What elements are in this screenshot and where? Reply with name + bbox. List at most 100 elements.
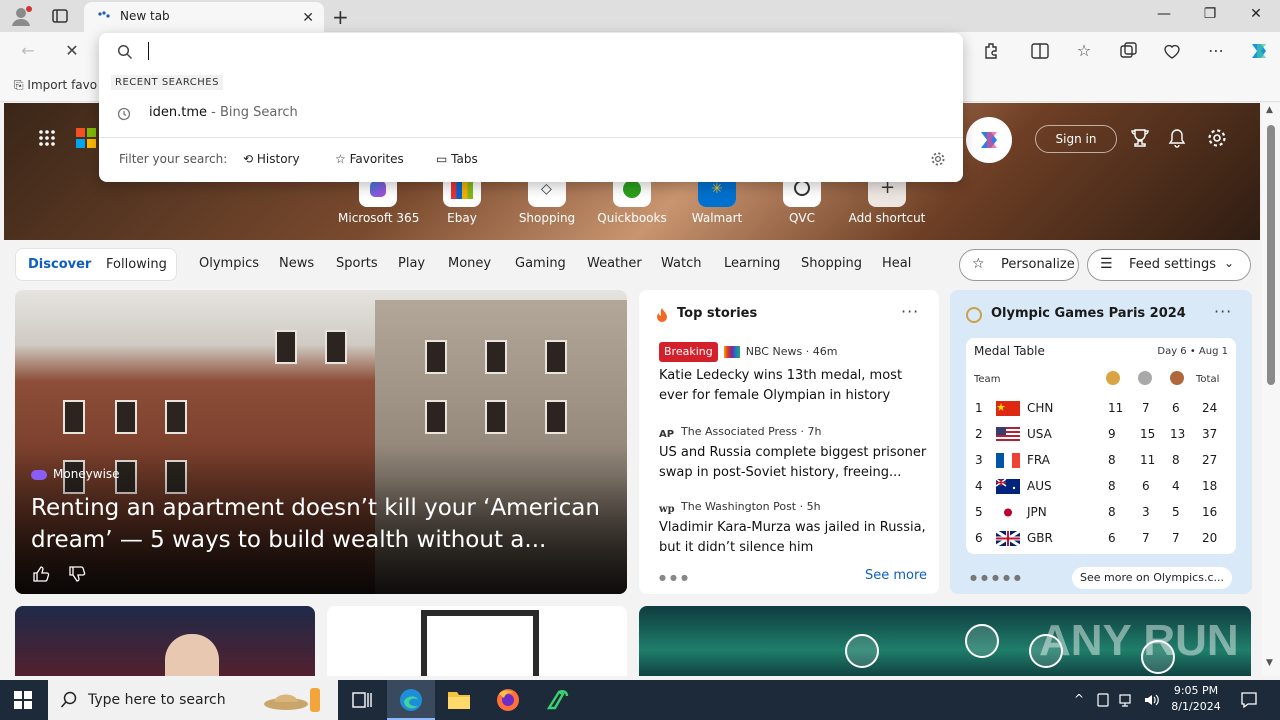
split-screen-icon[interactable] (1030, 41, 1050, 61)
shortcut-microsoft-365[interactable]: Microsoft 365 (338, 179, 419, 225)
feed-link-sports[interactable]: Sports (336, 256, 378, 271)
tab-discover[interactable]: Discover (28, 257, 91, 272)
story-headline[interactable]: Vladimir Kara-Murza was jailed in Russia… (659, 518, 929, 558)
thumbs-down-icon[interactable] (68, 565, 86, 583)
app-launcher-icon[interactable] (38, 129, 56, 147)
network-icon[interactable] (1119, 692, 1135, 708)
extensions-icon[interactable] (982, 41, 1002, 61)
file-explorer-icon[interactable] (435, 680, 483, 720)
tab-new-tab[interactable]: New tab ✕ (84, 2, 324, 32)
table-row[interactable]: 6 GBR 6 7 7 20 (966, 525, 1236, 551)
uk-flag-icon (996, 531, 1020, 546)
feed-link-learning[interactable]: Learning (724, 256, 780, 271)
story-headline[interactable]: Katie Ledecky wins 13th medal, most ever… (659, 366, 929, 406)
table-row[interactable]: 5 JPN 8 3 5 16 (966, 499, 1236, 525)
scroll-up-icon[interactable]: ▲ (1266, 105, 1273, 115)
search-settings-gear-icon[interactable] (930, 151, 946, 167)
thumbs-up-icon[interactable] (32, 565, 50, 583)
show-hidden-icons[interactable]: ^ (1071, 692, 1087, 708)
feed-link-health[interactable]: Heal (882, 256, 911, 271)
windows-start-icon[interactable] (14, 691, 32, 709)
feed-link-money[interactable]: Money (448, 256, 491, 271)
tab-actions-icon[interactable] (52, 8, 68, 24)
notification-center-icon[interactable] (1240, 691, 1258, 709)
story-item[interactable]: wp The Washington Post · 5h Vladimir Kara… (659, 498, 929, 558)
table-row[interactable]: 2 USA 9 15 13 37 (966, 421, 1236, 447)
import-favorites-link[interactable]: ⎘ Import favo (14, 78, 97, 93)
filter-tabs[interactable]: ▭ Tabs (436, 152, 478, 166)
news-card[interactable] (15, 606, 315, 676)
page-scrollbar[interactable]: ▲ ▼ (1262, 103, 1280, 676)
back-arrow-icon[interactable]: ← (18, 41, 38, 61)
news-card[interactable]: ANY RUN (639, 606, 1251, 676)
stop-loading-icon[interactable]: ✕ (62, 41, 82, 61)
favorites-star-icon[interactable]: ☆ (1074, 41, 1094, 61)
recent-searches-label: RECENT SEARCHES (111, 75, 223, 90)
close-window-button[interactable]: ✕ (1246, 6, 1266, 22)
story-item[interactable]: AP The Associated Press · 7h US and Russi… (659, 423, 929, 483)
hero-article-card[interactable]: Moneywise Renting an apartment doesn’t k… (15, 290, 627, 594)
table-row[interactable]: 4 AUS 8 6 4 18 (966, 473, 1236, 499)
news-card[interactable] (327, 606, 627, 676)
firefox-icon[interactable] (484, 680, 532, 720)
article-headline[interactable]: Renting an apartment doesn’t kill your ‘… (31, 492, 611, 556)
history-clock-icon (117, 107, 131, 121)
story-headline[interactable]: US and Russia complete biggest prisoner … (659, 443, 929, 483)
personalize-button[interactable]: ☆ Personalize (959, 249, 1079, 281)
taskbar-clock[interactable]: 9:05 PM 8/1/2024 (1168, 683, 1224, 715)
feed-link-gaming[interactable]: Gaming (515, 256, 566, 271)
shortcut-walmart[interactable]: ✳ Walmart (677, 179, 757, 225)
filter-history[interactable]: ⟲ History (243, 152, 300, 166)
feed-link-news[interactable]: News (279, 256, 314, 271)
address-input[interactable] (145, 39, 905, 63)
table-row[interactable]: 1 CHN 11 7 6 24 (966, 395, 1236, 421)
tab-following[interactable]: Following (106, 257, 167, 272)
table-row[interactable]: 3 FRA 8 11 8 27 (966, 447, 1236, 473)
story-item[interactable]: Breaking NBC News · 46m Katie Ledecky win… (659, 342, 929, 406)
see-more-olympics-link[interactable]: See more on Olympics.c... (1072, 567, 1232, 589)
china-flag-icon (996, 401, 1020, 416)
shortcut-qvc[interactable]: QVC (762, 179, 842, 225)
page-settings-gear-icon[interactable] (1206, 127, 1228, 149)
copilot-button[interactable] (966, 117, 1012, 163)
feed-link-watch[interactable]: Watch (661, 256, 701, 271)
green-app-icon[interactable] (533, 680, 581, 720)
more-options-icon[interactable]: ··· (1214, 302, 1232, 321)
see-more-link[interactable]: See more (865, 568, 927, 583)
carousel-dots[interactable]: ●●●●● (970, 573, 1025, 582)
device-icon[interactable] (1095, 692, 1111, 708)
new-tab-button[interactable]: + (332, 5, 349, 29)
team-column-header: Team (974, 374, 1001, 385)
filter-favorites[interactable]: ☆ Favorites (335, 152, 404, 166)
scroll-thumb[interactable] (1267, 125, 1275, 385)
profile-avatar-icon[interactable] (10, 5, 32, 27)
shortcut-add[interactable]: + Add shortcut (847, 177, 927, 225)
shortcut-quickbooks[interactable]: Quickbooks (592, 179, 672, 225)
more-options-icon[interactable]: ··· (901, 302, 919, 321)
task-view-icon[interactable] (338, 680, 386, 720)
minimize-button[interactable]: — (1154, 6, 1174, 22)
restore-button[interactable]: ❐ (1200, 6, 1220, 22)
tab-close-icon[interactable]: ✕ (302, 10, 314, 26)
collections-icon[interactable] (1118, 41, 1138, 61)
shortcut-shopping[interactable]: ◇ Shopping (507, 179, 587, 225)
volume-icon[interactable] (1143, 692, 1159, 708)
feed-link-olympics[interactable]: Olympics (199, 256, 259, 271)
feed-link-weather[interactable]: Weather (587, 256, 642, 271)
feed-link-shopping[interactable]: Shopping (801, 256, 862, 271)
medal-table[interactable]: Medal Table Day 6 • Aug 1 Team Total 1 C… (966, 338, 1236, 554)
notifications-bell-icon[interactable] (1166, 127, 1188, 149)
copilot-icon[interactable] (1247, 39, 1271, 63)
feed-link-play[interactable]: Play (398, 256, 425, 271)
sign-in-button[interactable]: Sign in (1035, 125, 1117, 153)
browser-essentials-icon[interactable] (1162, 41, 1182, 61)
scroll-down-icon[interactable]: ▼ (1266, 658, 1273, 668)
taskbar-search-box[interactable]: Type here to search (48, 680, 338, 720)
shortcut-ebay[interactable]: Ebay (422, 179, 502, 225)
settings-more-icon[interactable]: ⋯ (1206, 41, 1226, 61)
feed-settings-button[interactable]: ☰ Feed settings ⌄ (1087, 249, 1251, 281)
taskbar-edge[interactable] (387, 680, 435, 720)
recent-search-item[interactable]: iden.tme - Bing Search (149, 105, 298, 120)
carousel-dots[interactable]: ●●● (659, 573, 692, 582)
rewards-trophy-icon[interactable] (1129, 127, 1151, 149)
